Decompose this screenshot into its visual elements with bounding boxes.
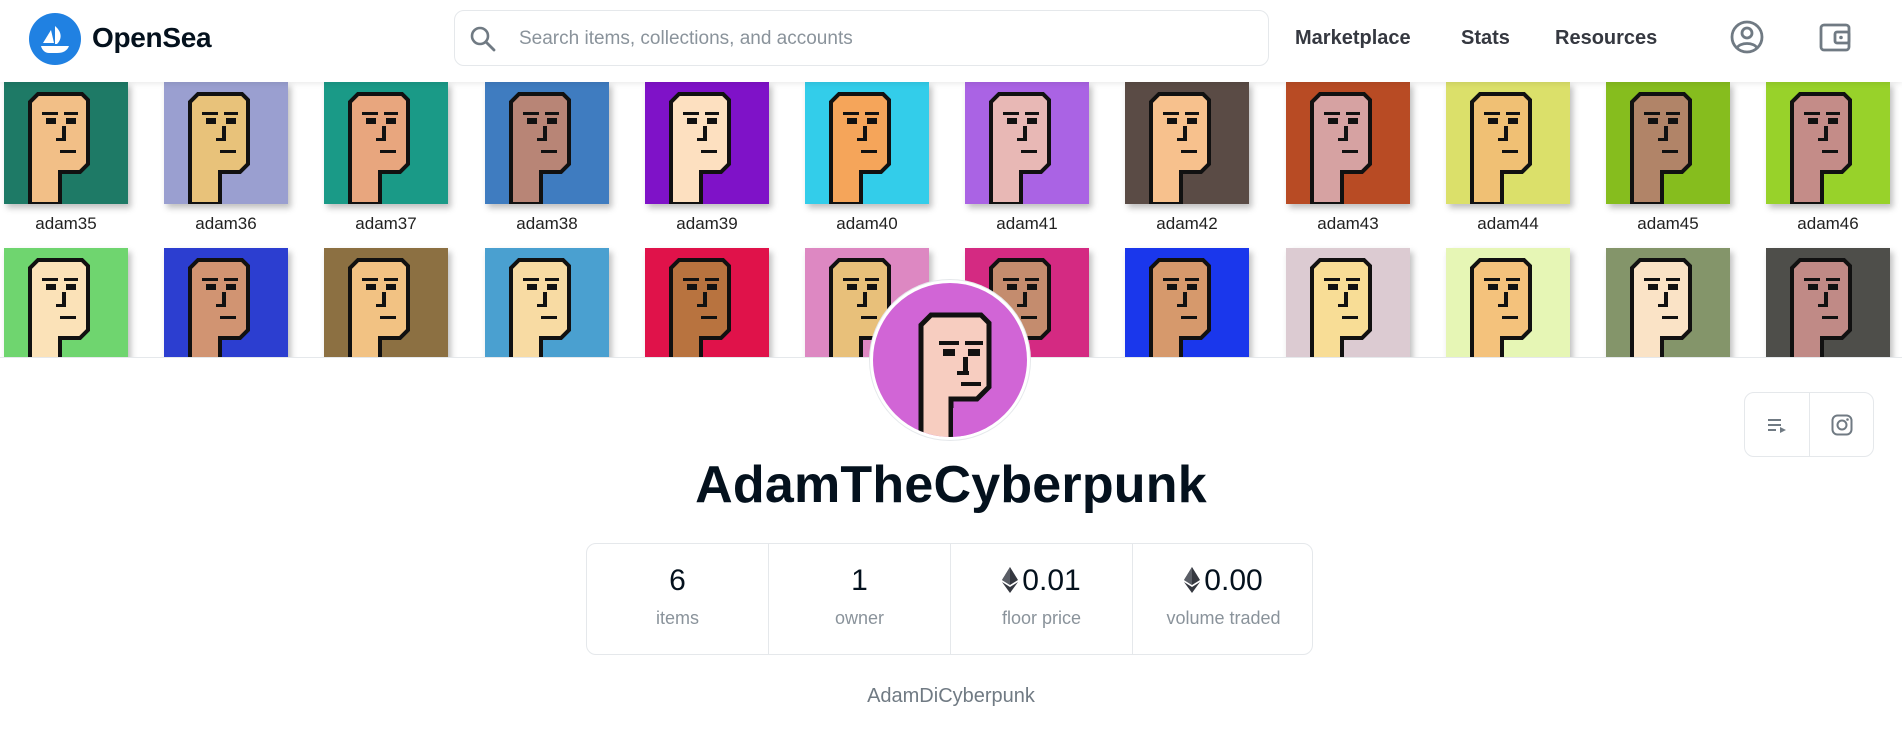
banner-punk-label: adam46 [1797,214,1859,233]
banner-punk-label: adam43 [1317,214,1379,233]
banner-punk-label: adam36 [195,214,257,233]
wallet-icon[interactable] [1816,18,1854,56]
brand-name[interactable]: OpenSea [92,22,212,54]
banner-punk-image [1606,248,1730,357]
banner-punk-image [805,82,929,204]
banner-punk-label: adam41 [996,214,1058,233]
profile-avatar [870,280,1030,440]
stat-label: owner [834,608,885,628]
nav-resources[interactable]: Resources [1555,27,1657,50]
stat-label: floor price [1001,608,1082,628]
banner-punk-label: adam39 [676,214,738,233]
banner-punk-image [4,248,128,357]
stat-value: 1 [851,564,868,597]
search-icon [469,25,497,58]
banner-punk-label: adam37 [355,214,417,233]
instagram-button[interactable] [1810,393,1874,456]
stat-volume-traded[interactable]: 0.00 volume traded [1133,544,1314,654]
banner-punk-image [1606,82,1730,204]
ethereum-icon [1002,567,1019,601]
stat-value: 0.01 [1022,564,1081,597]
stat-label: items [655,608,699,628]
banner-punk-label: adam42 [1156,214,1218,233]
banner-punk-image [324,82,448,204]
banner-punk-image [1446,82,1570,204]
banner-punk-image [1766,248,1890,357]
stat-owners[interactable]: 1 owner [769,544,950,654]
stat-items[interactable]: 6 items [587,544,768,654]
search-bar[interactable] [454,10,1269,66]
instagram-icon [1831,414,1853,436]
nav-marketplace[interactable]: Marketplace [1295,27,1411,50]
stat-label: volume traded [1166,608,1281,628]
cyberpunk-avatar-icon [918,312,992,437]
banner-punk-image [965,82,1089,204]
stat-value-row: 0.00 [1133,564,1314,601]
banner-punk-image [1286,82,1410,204]
opensea-logo-icon[interactable] [29,13,81,65]
nav-stats[interactable]: Stats [1461,27,1510,50]
stat-value: 6 [669,564,686,597]
banner-punk-image [164,82,288,204]
stat-floor-price[interactable]: 0.01 floor price [951,544,1132,654]
banner-punk-image [4,82,128,204]
banner-punk-label: adam45 [1637,214,1699,233]
banner-punk-image [1125,248,1249,357]
playlist-icon [1768,419,1786,433]
banner-punk-image [324,248,448,357]
account-icon[interactable] [1728,18,1766,56]
banner-punk-image [485,82,609,204]
banner-punk-image [1125,82,1249,204]
search-input[interactable] [519,23,1239,55]
banner-punk-image [164,248,288,357]
banner-punk-image [645,82,769,204]
stat-value-row: 0.01 [951,564,1132,601]
banner-punk-image [645,248,769,357]
top-nav-bar: OpenSea Marketplace Stats Resources [0,0,1902,82]
watchlist-button[interactable] [1745,393,1809,456]
collection-title: AdamTheCyberpunk [695,456,1207,514]
creator-handle[interactable]: AdamDiCyberpunk [0,685,1902,708]
banner-punk-image [1286,248,1410,357]
banner-punk-image [1766,82,1890,204]
collection-stats: 6 items 1 owner 0.01 floor price 0.00 vo… [586,543,1313,655]
banner-punk-label: adam38 [516,214,578,233]
banner-punk-label: adam40 [836,214,898,233]
stat-value: 0.00 [1204,564,1263,597]
banner-punk-label: adam44 [1477,214,1539,233]
ethereum-icon [1184,567,1201,601]
social-actions [1744,392,1874,457]
banner-punk-label: adam35 [35,214,97,233]
banner-punk-image [485,248,609,357]
banner-punk-image [1446,248,1570,357]
